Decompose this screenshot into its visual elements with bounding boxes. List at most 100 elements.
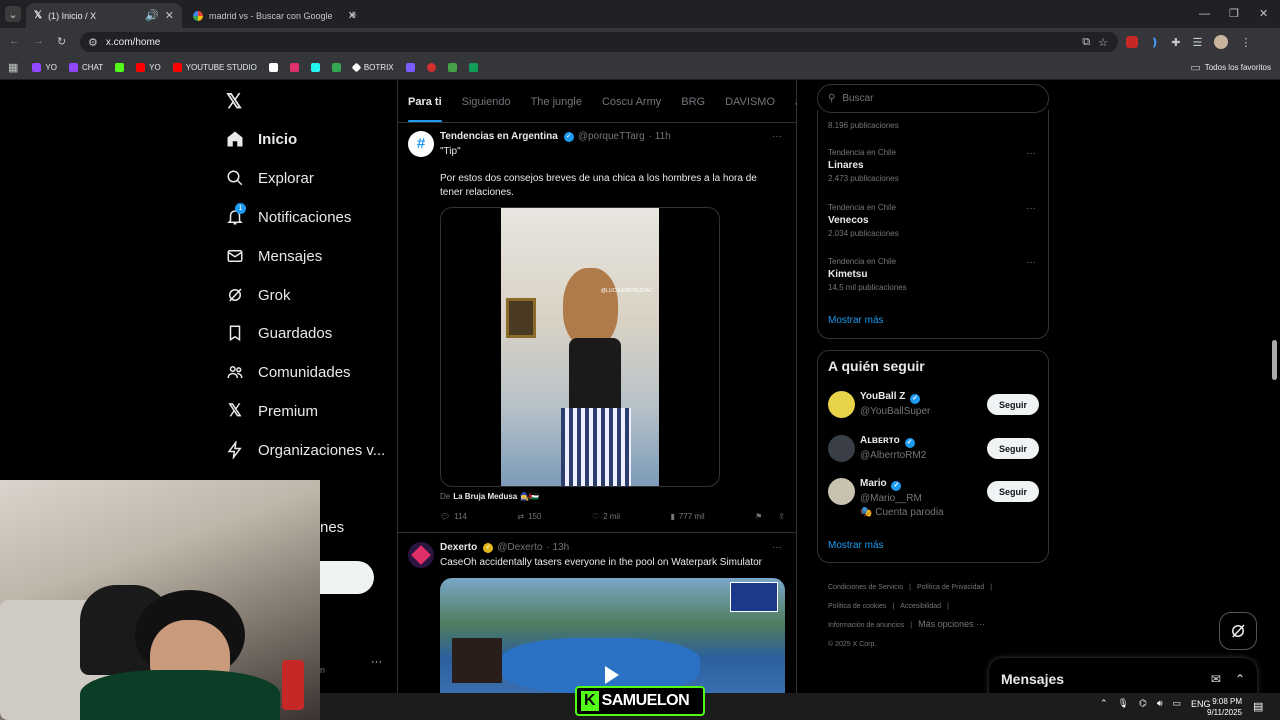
bookmark-item[interactable]: BOTRIX <box>351 62 394 73</box>
source-name[interactable]: La Bruja Medusa 🧙‍♀️🇵🇸 <box>453 492 539 501</box>
like-button[interactable]: ♡ 2 mil <box>592 512 620 521</box>
volume-icon[interactable]: 🔊︎ <box>1157 698 1163 709</box>
nav-premium[interactable]: 𝕏 Premium <box>226 396 318 426</box>
tray-chevron-icon[interactable]: ⌃ <box>1100 698 1108 709</box>
extensions-puzzle-icon[interactable]: ✚ <box>1171 36 1180 49</box>
footer-link[interactable]: Información de anuncios <box>828 622 904 629</box>
tab-search-icon[interactable]: ⌄ <box>5 6 21 22</box>
follow-button[interactable]: Seguir <box>987 394 1039 415</box>
expand-icon[interactable]: ⌃ <box>1235 672 1245 686</box>
x-logo-icon[interactable]: 𝕏 <box>226 89 242 114</box>
all-bookmarks[interactable]: ▭ Todos los favoritos <box>1190 61 1271 74</box>
dexerto-avatar[interactable] <box>408 542 434 568</box>
speaker-icon[interactable]: 🔊 <box>145 9 159 22</box>
author-handle[interactable]: @porqueTTarg <box>578 131 645 142</box>
reply-button[interactable]: 💬︎ 114 <box>440 512 467 521</box>
tab-jc[interactable]: JC <box>795 96 797 108</box>
page-scrollbar[interactable] <box>1272 340 1277 380</box>
bookmark-item[interactable] <box>268 63 278 72</box>
tab-close-icon[interactable]: ✕ <box>165 9 174 22</box>
trend-more-icon[interactable]: ··· <box>1026 257 1036 268</box>
window-close-icon[interactable]: ✕ <box>1259 7 1268 20</box>
chrome-menu-icon[interactable]: ⋮ <box>1240 36 1251 49</box>
post-time[interactable]: · 11h <box>649 131 671 142</box>
bookmark-item[interactable] <box>405 63 415 72</box>
tab-brg[interactable]: BRG <box>681 96 705 108</box>
post-time[interactable]: · 13h <box>546 542 569 553</box>
bookmark-item[interactable] <box>310 63 320 72</box>
nav-explorar[interactable]: Explorar <box>226 163 314 193</box>
bookmark-star-icon[interactable]: ☆ <box>1098 36 1108 49</box>
minimize-icon[interactable]: — <box>1199 8 1210 20</box>
post-video[interactable]: @LUCIAJIMENEZDAC <box>440 207 720 487</box>
bookmark-item[interactable]: YO <box>136 63 161 72</box>
footer-link[interactable]: Política de Privacidad <box>917 584 984 591</box>
follow-suggestion[interactable]: Aʟʙᴇʀᴛᴏ ✓ @AlberrtoRM2 <box>860 435 926 461</box>
nav-more-label[interactable]: nes <box>320 519 344 536</box>
trend-item[interactable]: Tendencia en Chile Venecos 2.034 publica… <box>828 203 899 238</box>
trend-more-icon[interactable]: ··· <box>1026 203 1036 214</box>
forward-icon[interactable]: → <box>33 35 44 47</box>
nav-comunidades[interactable]: Comunidades <box>226 357 351 387</box>
nav-inicio[interactable]: Inicio <box>226 124 297 154</box>
tab-davismo[interactable]: DAVISMO <box>725 96 775 108</box>
extension-record-icon[interactable] <box>1126 36 1138 48</box>
post-more-icon[interactable]: ··· <box>772 542 782 553</box>
author-handle[interactable]: @Dexerto <box>497 542 542 553</box>
tab-coscu-army[interactable]: Coscu Army <box>602 96 661 108</box>
bookmark-item[interactable]: YO <box>32 63 57 72</box>
apps-grid-icon[interactable]: ▦ <box>8 61 18 74</box>
address-bar[interactable]: ⚙ x.com/home ⧉ ☆ <box>80 32 1118 52</box>
follow-suggestion[interactable]: Mario ✓ @Mario__RM 🎭 Cuenta parodia <box>860 478 944 518</box>
author-name[interactable]: Tendencias en Argentina <box>440 131 558 142</box>
search-box[interactable]: ⚲ Buscar <box>817 84 1049 113</box>
nav-organizaciones[interactable]: Organizaciones v... <box>226 435 385 465</box>
profile-avatar[interactable] <box>1214 35 1229 49</box>
install-app-icon[interactable]: ⧉ <box>1082 36 1090 49</box>
trend-more-icon[interactable]: ··· <box>1026 148 1036 159</box>
nav-mensajes[interactable]: Mensajes <box>226 241 322 271</box>
post-video[interactable] <box>440 578 785 693</box>
bookmark-item[interactable] <box>289 63 299 72</box>
play-icon[interactable] <box>605 666 619 684</box>
post-button[interactable] <box>320 561 374 594</box>
wifi-icon[interactable]: ⌬ <box>1139 698 1147 709</box>
avatar[interactable] <box>828 435 855 462</box>
trend-item[interactable]: Tendencia en Chile Linares 2.473 publica… <box>828 148 899 183</box>
bookmark-item[interactable]: YOUTUBE STUDIO <box>172 63 257 72</box>
nav-guardados[interactable]: Guardados <box>226 318 332 348</box>
microphone-icon[interactable]: 🎙︎ <box>1118 698 1129 709</box>
extension-audio-icon[interactable]: ❫ <box>1150 36 1159 49</box>
clock[interactable]: 9:08 PM 9/11/2025 <box>1196 696 1242 718</box>
tab-google-search[interactable]: madrid vs - Buscar con Google ✕ <box>185 3 365 28</box>
new-tab-icon[interactable]: + <box>346 7 360 22</box>
bookmark-item[interactable] <box>331 63 341 72</box>
back-icon[interactable]: ← <box>9 35 20 47</box>
avatar[interactable] <box>828 391 855 418</box>
bookmark-item[interactable] <box>447 63 457 72</box>
views-button[interactable]: ▮ 777 mil <box>670 512 704 521</box>
nav-grok[interactable]: Grok <box>226 280 291 310</box>
bookmark-button[interactable]: ⚑ ⇪ <box>755 512 785 521</box>
bookmark-item[interactable] <box>426 63 436 72</box>
footer-link[interactable]: Condiciones de Servicio <box>828 584 903 591</box>
new-message-icon[interactable]: ✉ <box>1211 672 1221 686</box>
follow-button[interactable]: Seguir <box>987 481 1039 502</box>
follow-button[interactable]: Seguir <box>987 438 1039 459</box>
follow-suggestion[interactable]: YouBall Z ✓ @YouBallSuper <box>860 391 930 417</box>
battery-icon[interactable]: ▭ <box>1173 698 1182 709</box>
avatar[interactable] <box>828 478 855 505</box>
share-icon[interactable]: ⇪ <box>778 512 785 521</box>
footer-more-options[interactable]: Más opciones ··· <box>918 619 985 629</box>
reload-icon[interactable]: ↻ <box>57 35 66 48</box>
site-info-icon[interactable]: ⚙ <box>88 36 98 49</box>
who-to-follow-show-more[interactable]: Mostrar más <box>828 540 884 551</box>
bookmark-item[interactable]: CHAT <box>68 63 103 72</box>
media-controls-icon[interactable]: ☰ <box>1192 36 1202 49</box>
grok-floating-button[interactable] <box>1219 612 1257 650</box>
trend-item[interactable]: Tendencia en Chile Kimetsu 14,5 mil publ… <box>828 257 907 292</box>
notifications-icon[interactable]: ▤ <box>1253 700 1263 713</box>
bookmark-item[interactable] <box>468 63 478 72</box>
nav-notificaciones[interactable]: 1 Notificaciones <box>226 202 351 232</box>
footer-link[interactable]: Política de cookies <box>828 603 886 610</box>
